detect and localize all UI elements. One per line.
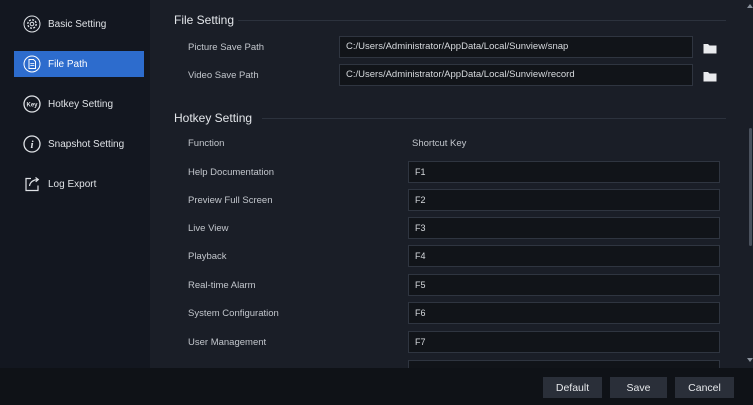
hotkey-row-label: User Management xyxy=(188,337,267,348)
default-button[interactable]: Default xyxy=(543,377,602,398)
sidebar-item-snapshot-setting[interactable]: i Snapshot Setting xyxy=(14,131,144,157)
sidebar-item-basic-setting[interactable]: Basic Setting xyxy=(14,11,144,37)
key-icon: Key xyxy=(22,94,42,114)
footer-bar: Default Save Cancel xyxy=(0,368,753,405)
video-save-path-field[interactable]: C:/Users/Administrator/AppData/Local/Sun… xyxy=(339,64,693,86)
hotkey-input[interactable]: F4 xyxy=(408,245,720,267)
sidebar-item-label: Hotkey Setting xyxy=(48,98,114,110)
info-icon: i xyxy=(22,134,42,154)
picture-folder-icon[interactable] xyxy=(703,41,717,54)
hotkey-input[interactable]: F5 xyxy=(408,274,720,296)
sidebar-item-log-export[interactable]: Log Export xyxy=(14,171,144,197)
sidebar-item-label: Snapshot Setting xyxy=(48,138,125,150)
picture-save-path-label: Picture Save Path xyxy=(188,42,265,53)
video-folder-icon[interactable] xyxy=(703,69,717,82)
svg-text:i: i xyxy=(30,139,34,151)
function-column-header: Function xyxy=(188,138,225,149)
sidebar-item-file-path[interactable]: File Path xyxy=(14,51,144,77)
scroll-down-icon[interactable] xyxy=(747,358,753,362)
hotkey-row-label: Preview Full Screen xyxy=(188,195,273,206)
file-icon xyxy=(22,54,42,74)
hotkey-row-label: System Configuration xyxy=(188,308,279,319)
sidebar-item-hotkey-setting[interactable]: Key Hotkey Setting xyxy=(14,91,144,117)
section-divider xyxy=(262,118,726,119)
gear-icon xyxy=(22,14,42,34)
hotkey-input[interactable]: F3 xyxy=(408,217,720,239)
hotkey-setting-title: Hotkey Setting xyxy=(174,111,253,125)
main-panel: File Setting Picture Save Path C:/Users/… xyxy=(150,0,753,368)
hotkey-row-label: Playback xyxy=(188,251,227,262)
cancel-button[interactable]: Cancel xyxy=(675,377,734,398)
hotkey-input[interactable]: F7 xyxy=(408,331,720,353)
hotkey-input[interactable]: F1 xyxy=(408,161,720,183)
hotkey-input[interactable]: F2 xyxy=(408,189,720,211)
picture-save-path-field[interactable]: C:/Users/Administrator/AppData/Local/Sun… xyxy=(339,36,693,58)
save-button[interactable]: Save xyxy=(610,377,667,398)
svg-text:Key: Key xyxy=(26,102,38,108)
hotkey-row-label: Real-time Alarm xyxy=(188,280,256,291)
hotkey-input[interactable]: F6 xyxy=(408,302,720,324)
sidebar-item-label: File Path xyxy=(48,58,88,70)
export-icon xyxy=(22,174,42,194)
section-divider xyxy=(238,20,726,21)
shortcut-key-column-header: Shortcut Key xyxy=(412,138,467,149)
sidebar: Basic Setting File Path Key Hotkey Setti… xyxy=(0,0,150,368)
hotkey-row-label: Help Documentation xyxy=(188,167,275,178)
file-setting-title: File Setting xyxy=(174,13,235,27)
hotkey-row-label: Live View xyxy=(188,223,229,234)
sidebar-item-label: Log Export xyxy=(48,178,97,190)
scroll-up-icon[interactable] xyxy=(747,4,753,8)
video-save-path-label: Video Save Path xyxy=(188,70,259,81)
sidebar-item-label: Basic Setting xyxy=(48,18,107,30)
hotkey-input[interactable] xyxy=(408,360,720,368)
scrollbar-thumb[interactable] xyxy=(749,128,752,246)
